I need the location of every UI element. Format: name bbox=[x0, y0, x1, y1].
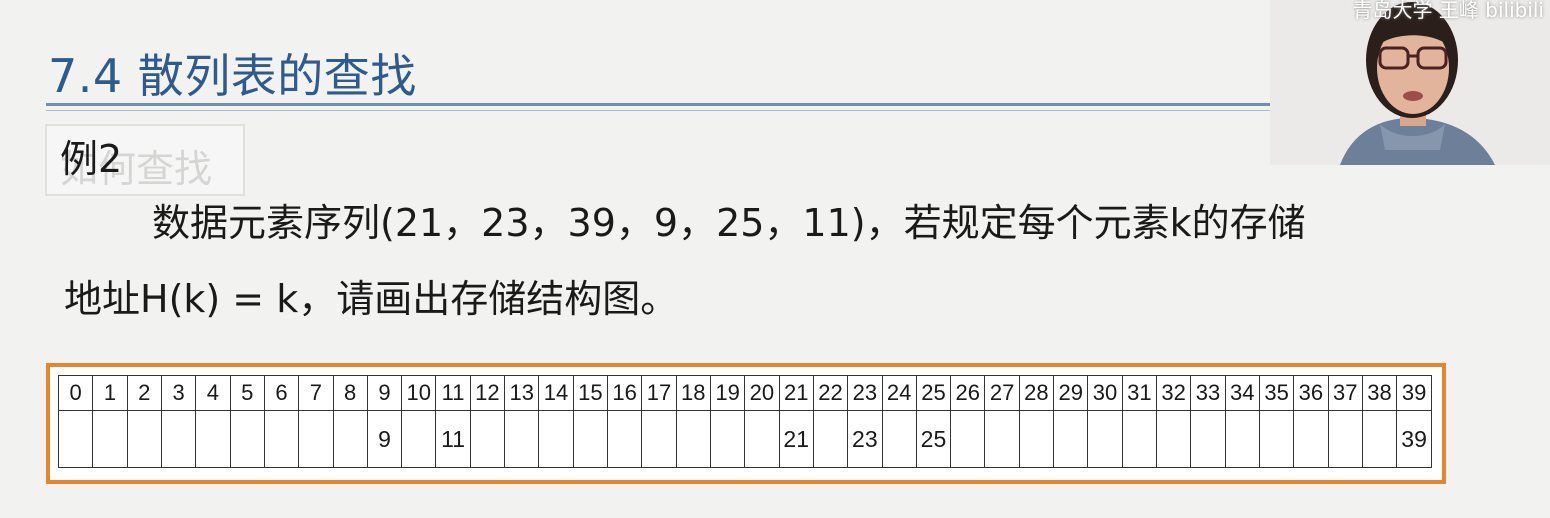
value-cell bbox=[950, 410, 986, 468]
value-cell bbox=[709, 410, 746, 468]
title-divider-thin bbox=[46, 110, 1270, 111]
address-cell: 25 bbox=[915, 375, 952, 411]
value-cell: 39 bbox=[1396, 410, 1432, 468]
value-cell bbox=[263, 410, 300, 468]
value-cell bbox=[1087, 410, 1123, 468]
address-cell: 15 bbox=[572, 375, 609, 411]
address-cell: 13 bbox=[504, 375, 540, 411]
webcam-caption: 青岛大学 王峰 bilibili bbox=[1352, 0, 1544, 22]
presenter-image bbox=[1270, 0, 1550, 165]
problem-statement-line-1: 数据元素序列(21，23，39，9，25，11)，若规定每个元素k的存储 bbox=[152, 201, 1306, 245]
address-cell: 1 bbox=[92, 375, 128, 411]
address-cell: 36 bbox=[1293, 375, 1329, 411]
value-cell bbox=[469, 410, 506, 468]
value-cell bbox=[1018, 410, 1055, 468]
address-cell: 19 bbox=[709, 375, 746, 411]
value-cell bbox=[1155, 410, 1192, 468]
address-cell: 5 bbox=[229, 375, 265, 411]
value-cell bbox=[1293, 410, 1329, 468]
address-cell: 11 bbox=[435, 375, 471, 411]
address-cell: 3 bbox=[160, 375, 197, 411]
value-cell: 25 bbox=[915, 410, 952, 468]
value-cell: 11 bbox=[435, 410, 471, 468]
value-cell bbox=[1190, 410, 1226, 468]
address-cell: 0 bbox=[57, 375, 94, 411]
title-divider bbox=[46, 103, 1270, 106]
address-cell: 18 bbox=[675, 375, 711, 411]
value-cell bbox=[1053, 410, 1089, 468]
value-cell bbox=[641, 410, 677, 468]
slide-title: 7.4 散列表的查找 bbox=[48, 49, 417, 103]
hash-table: 0 1 2 3 4 5 6 7 8 9 10 11 12 13 14 15 16 17 18 19 20 21 22 23 24… bbox=[57, 375, 1432, 468]
value-cell bbox=[1361, 410, 1398, 468]
value-cell bbox=[572, 410, 609, 468]
address-cell: 23 bbox=[847, 375, 883, 411]
address-cell: 30 bbox=[1087, 375, 1123, 411]
value-cell bbox=[675, 410, 711, 468]
address-cell: 37 bbox=[1327, 375, 1363, 411]
value-cell bbox=[1327, 410, 1363, 468]
value-cell bbox=[538, 410, 574, 468]
value-cell bbox=[984, 410, 1020, 468]
value-cell bbox=[126, 410, 162, 468]
value-cell bbox=[881, 410, 917, 468]
address-cell: 21 bbox=[778, 375, 814, 411]
address-cell: 29 bbox=[1053, 375, 1089, 411]
address-cell: 2 bbox=[126, 375, 162, 411]
value-cell bbox=[812, 410, 849, 468]
address-cell: 12 bbox=[469, 375, 506, 411]
address-cell: 4 bbox=[195, 375, 231, 411]
value-cell: 21 bbox=[778, 410, 814, 468]
value-cell bbox=[229, 410, 265, 468]
example-label: 例2 bbox=[60, 137, 123, 181]
value-cell: 23 bbox=[847, 410, 883, 468]
value-row: 9 11 21 23 25 39 bbox=[57, 410, 1432, 468]
address-cell: 39 bbox=[1396, 375, 1432, 411]
address-cell: 38 bbox=[1361, 375, 1398, 411]
address-cell: 20 bbox=[744, 375, 780, 411]
value-cell bbox=[160, 410, 197, 468]
value-cell bbox=[57, 410, 94, 468]
address-cell: 35 bbox=[1258, 375, 1295, 411]
address-cell: 7 bbox=[298, 375, 334, 411]
address-cell: 10 bbox=[401, 375, 437, 411]
value-cell bbox=[92, 410, 128, 468]
address-cell: 14 bbox=[538, 375, 574, 411]
address-cell: 9 bbox=[366, 375, 403, 411]
value-cell bbox=[1258, 410, 1295, 468]
value-cell bbox=[1224, 410, 1260, 468]
address-cell: 31 bbox=[1121, 375, 1158, 411]
value-cell bbox=[332, 410, 368, 468]
value-cell bbox=[606, 410, 643, 468]
address-cell: 27 bbox=[984, 375, 1020, 411]
address-cell: 6 bbox=[263, 375, 300, 411]
value-cell bbox=[195, 410, 231, 468]
value-cell bbox=[298, 410, 334, 468]
webcam-overlay: 青岛大学 王峰 bilibili bbox=[1270, 0, 1550, 165]
address-cell: 34 bbox=[1224, 375, 1260, 411]
value-cell bbox=[744, 410, 780, 468]
address-cell: 17 bbox=[641, 375, 677, 411]
value-cell bbox=[401, 410, 437, 468]
address-cell: 22 bbox=[812, 375, 849, 411]
address-cell: 8 bbox=[332, 375, 368, 411]
address-cell: 26 bbox=[950, 375, 986, 411]
address-cell: 28 bbox=[1018, 375, 1055, 411]
address-cell: 24 bbox=[881, 375, 917, 411]
address-cell: 32 bbox=[1155, 375, 1192, 411]
address-row: 0 1 2 3 4 5 6 7 8 9 10 11 12 13 14 15 16 17 18 19 20 21 22 23 24… bbox=[57, 375, 1432, 411]
value-cell bbox=[504, 410, 540, 468]
value-cell bbox=[1121, 410, 1158, 468]
value-cell: 9 bbox=[366, 410, 403, 468]
address-cell: 33 bbox=[1190, 375, 1226, 411]
problem-statement-line-2: 地址H(k) = k，请画出存储结构图。 bbox=[64, 277, 679, 321]
address-cell: 16 bbox=[606, 375, 643, 411]
